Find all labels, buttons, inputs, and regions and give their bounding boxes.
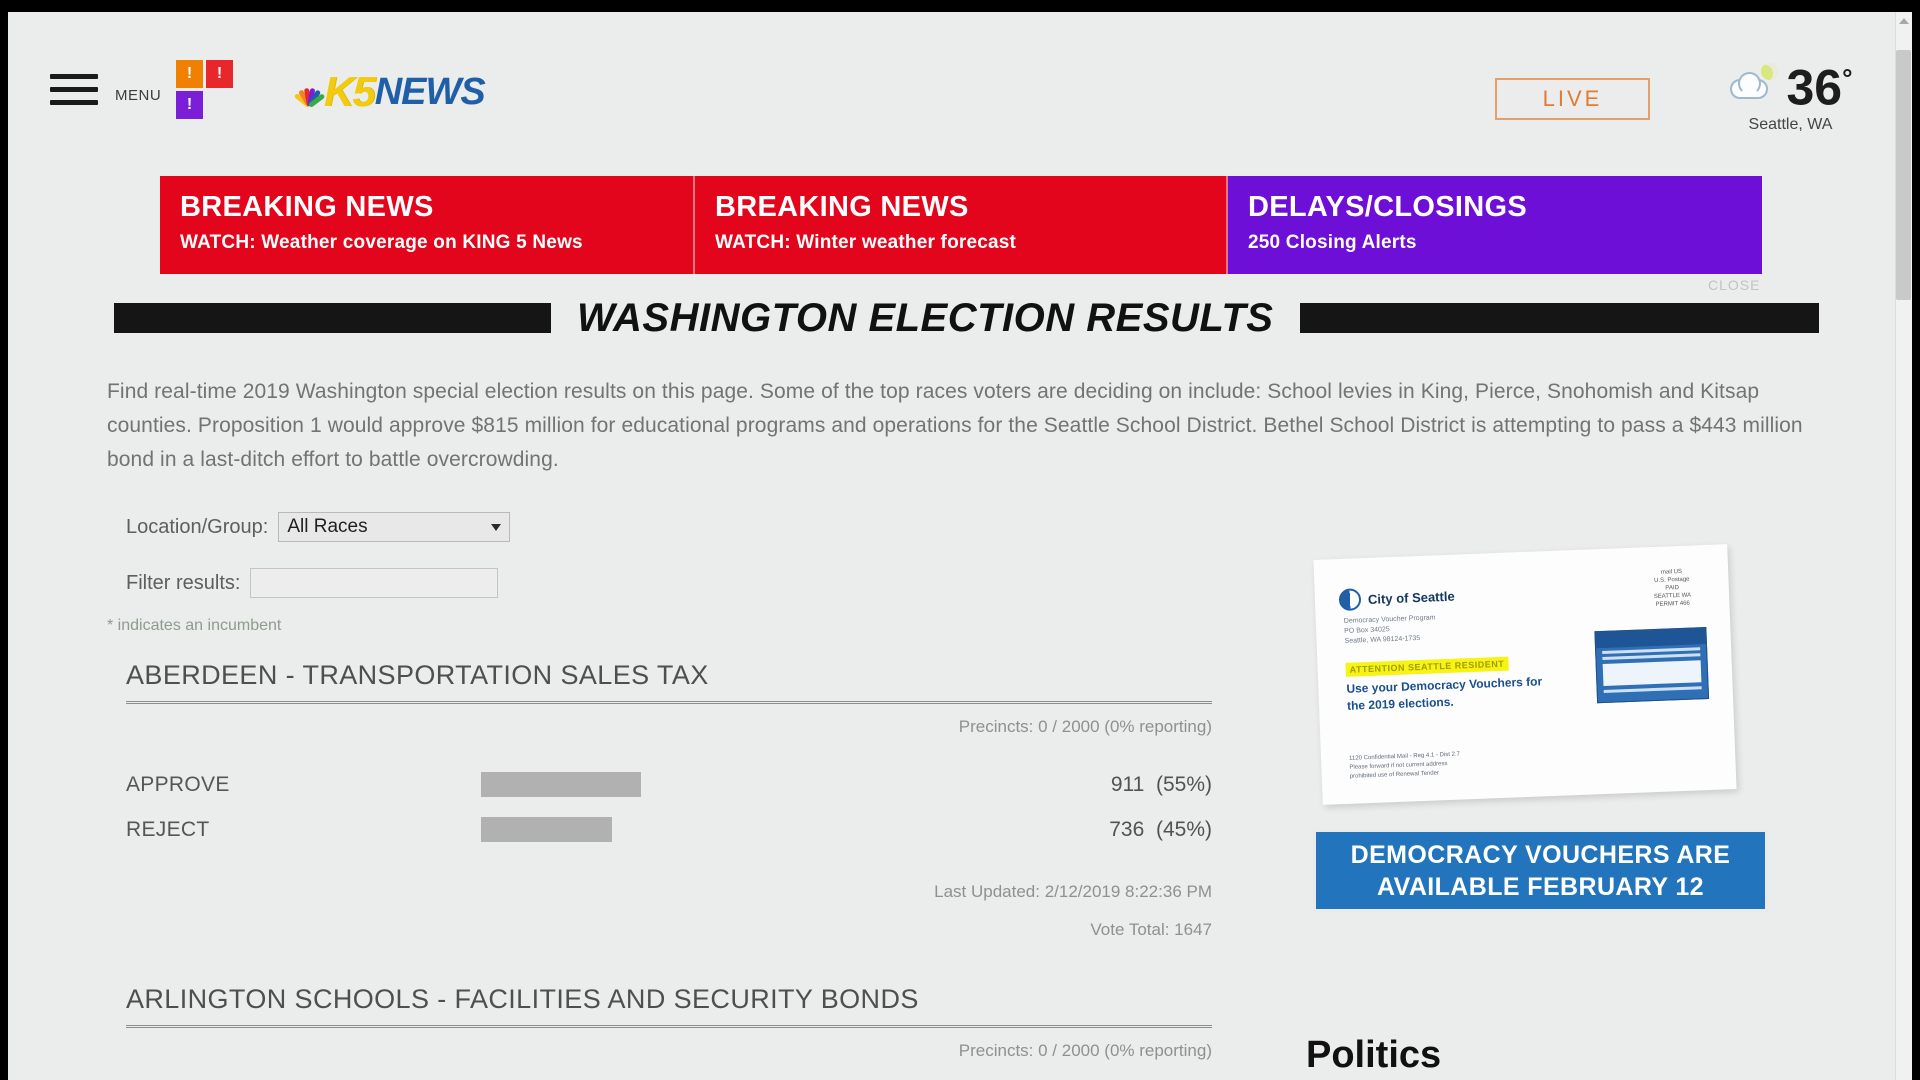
page-scrollbar[interactable]	[1895, 12, 1912, 1080]
alert-title: BREAKING NEWS	[180, 191, 434, 223]
alert-title: DELAYS/CLOSINGS	[1248, 191, 1527, 223]
race-footer: Last Updated: 2/12/2019 8:22:36 PM Vote …	[126, 873, 1212, 949]
intro-paragraph: Find real-time 2019 Washington special e…	[107, 380, 1803, 471]
alert-card-breaking-2[interactable]: BREAKING NEWS WATCH: Winter weather fore…	[695, 176, 1228, 274]
degree-symbol: °	[1842, 63, 1853, 93]
alert-card-closings[interactable]: DELAYS/CLOSINGS 250 Closing Alerts	[1228, 176, 1762, 274]
weather-temperature: 36°	[1786, 59, 1853, 116]
page-title-bar: WASHINGTON ELECTION RESULTS	[114, 295, 1819, 340]
democracy-voucher-graphic	[1594, 627, 1710, 704]
page-title: WASHINGTON ELECTION RESULTS	[577, 295, 1274, 340]
seal-text: City of Seattle	[1367, 588, 1455, 607]
banner-line-2: AVAILABLE FEBRUARY 12	[1377, 872, 1704, 901]
hamburger-line	[50, 100, 98, 105]
location-group-value: All Races	[287, 516, 368, 537]
alert-banner-bar: BREAKING NEWS WATCH: Weather coverage on…	[160, 176, 1762, 274]
menu-hamburger-icon[interactable]	[50, 74, 98, 106]
weather-city: Seattle, WA	[1748, 115, 1833, 133]
weather-widget[interactable]: 36° Seattle, WA	[1698, 56, 1883, 134]
king5-news-logo[interactable]: K5 NEWS	[293, 68, 486, 115]
alert-tiles-cluster[interactable]: ! ! !	[176, 60, 234, 122]
title-rule-right	[1299, 303, 1819, 333]
location-filter-row: Location/Group: All Races	[126, 512, 511, 542]
democracy-vouchers-banner[interactable]: DEMOCRACY VOUCHERS ARE AVAILABLE FEBRUAR…	[1313, 829, 1768, 912]
chevron-down-icon	[491, 523, 502, 531]
alert-subtitle: WATCH: Winter weather forecast	[715, 232, 1017, 253]
table-row: REJECT 736 (45%)	[126, 808, 1212, 851]
alert-card-breaking-1[interactable]: BREAKING NEWS WATCH: Weather coverage on…	[160, 176, 695, 274]
severe-alert-tile[interactable]: !	[206, 60, 233, 88]
peacock-icon	[293, 76, 326, 108]
seal-icon	[1338, 588, 1362, 612]
race-block: ABERDEEN - TRANSPORTATION SALES TAX Prec…	[126, 660, 1212, 949]
candidate-name: REJECT	[126, 817, 210, 841]
candidate-bar-cell	[481, 772, 1041, 797]
logo-k5-text: K5	[324, 68, 376, 115]
alert-subtitle: 250 Closing Alerts	[1248, 232, 1417, 253]
webpage-viewport: MENU ! ! ! K5 NEWS LIVE 36° Seattle, WA …	[8, 12, 1912, 1080]
mailer-postage-stamp: mail US U.S. Postage PAID SEATTLE WA PER…	[1653, 568, 1692, 608]
city-of-seattle-seal: City of Seattle	[1338, 585, 1455, 612]
race-vote-total: Vote Total: 1647	[1090, 920, 1212, 939]
results-filter-label: Filter results:	[126, 571, 241, 594]
filter-results-input[interactable]	[250, 568, 499, 598]
incumbent-note: * indicates an incumbent	[107, 617, 282, 634]
mailer-highlight-text: ATTENTION SEATTLE RESIDENT	[1345, 656, 1509, 677]
race-block: ARLINGTON SCHOOLS - FACILITIES AND SECUR…	[126, 984, 1212, 1061]
voucher-line	[1603, 686, 1702, 693]
location-filter-label: Location/Group:	[126, 515, 269, 538]
title-rule-left	[114, 303, 551, 333]
alert-close-button[interactable]: CLOSE	[1708, 277, 1760, 293]
menu-label[interactable]: MENU	[115, 87, 161, 104]
voucher-line	[1602, 653, 1701, 661]
live-button[interactable]: LIVE	[1495, 78, 1650, 120]
weather-alert-tile[interactable]: !	[176, 60, 203, 88]
alert-title: BREAKING NEWS	[715, 191, 969, 223]
banner-line-1: DEMOCRACY VOUCHERS ARE	[1350, 840, 1731, 869]
mailer-letter-graphic: City of Seattle Democracy Voucher Progra…	[1313, 544, 1737, 805]
location-group-select[interactable]: All Races	[278, 512, 511, 542]
partly-cloudy-night-icon	[1728, 61, 1780, 105]
moon-shape	[1761, 62, 1779, 80]
mailer-body-text: Use your Democracy Vouchers for the 2019…	[1346, 674, 1543, 713]
candidate-votes: 911 (55%)	[1110, 772, 1212, 796]
mailer-fine-print: 1120 Confidential Mail - Reg 4.1 - Dist …	[1348, 751, 1461, 780]
mailer-return-address: Democracy Voucher Program PO Box 34025 S…	[1343, 614, 1436, 645]
scroll-up-arrow-icon[interactable]	[1899, 18, 1909, 24]
race-heading: ARLINGTON SCHOOLS - FACILITIES AND SECUR…	[126, 984, 1212, 1028]
logo-news-text: NEWS	[374, 70, 486, 113]
politics-section-label: Politics	[1306, 1034, 1442, 1076]
alert-subtitle: WATCH: Weather coverage on KING 5 News	[180, 232, 583, 253]
hamburger-line	[50, 87, 98, 92]
voucher-box	[1602, 660, 1702, 686]
video-frame: MENU ! ! ! K5 NEWS LIVE 36° Seattle, WA …	[0, 0, 1920, 1080]
results-filter-row: Filter results:	[126, 568, 499, 598]
cloud-shape	[1730, 71, 1769, 99]
closings-alert-tile[interactable]: !	[176, 91, 203, 119]
candidate-bar-cell	[481, 817, 1041, 842]
candidate-name: APPROVE	[126, 772, 230, 796]
race-precincts: Precincts: 0 / 2000 (0% reporting)	[958, 717, 1212, 736]
candidate-votes: 736 (45%)	[1109, 817, 1212, 841]
race-precincts: Precincts: 0 / 2000 (0% reporting)	[958, 1041, 1212, 1060]
scrollbar-thumb[interactable]	[1896, 50, 1911, 300]
site-header: MENU ! ! ! K5 NEWS LIVE 36° Seattle, WA	[8, 12, 1895, 150]
weather-temp-row: 36°	[1698, 56, 1883, 116]
race-heading: ABERDEEN - TRANSPORTATION SALES TAX	[126, 660, 1212, 704]
race-last-updated: Last Updated: 2/12/2019 8:22:36 PM	[934, 882, 1212, 901]
hamburger-line	[50, 74, 98, 79]
candidate-bar	[481, 817, 612, 842]
table-row: APPROVE 911 (55%)	[126, 763, 1212, 806]
candidate-bar	[481, 772, 641, 797]
voucher-header-bar	[1595, 628, 1706, 649]
